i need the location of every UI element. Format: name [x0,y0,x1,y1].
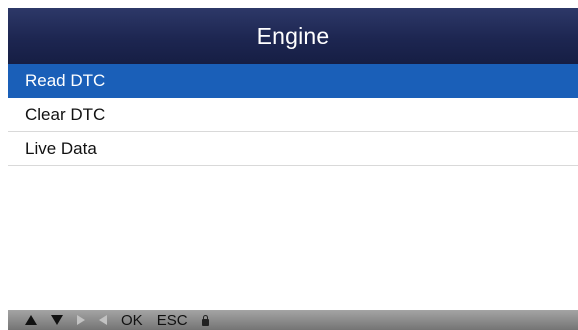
esc-button[interactable]: ESC [157,313,188,328]
button-hint-bar: OK ESC [8,310,578,330]
page-title: Engine [256,22,330,49]
scan-tool-screen: Engine Read DTC Clear DTC Live Data OK E… [0,0,578,330]
left-button[interactable] [99,315,107,325]
up-button[interactable] [25,315,37,325]
right-button[interactable] [77,315,85,325]
down-button[interactable] [51,315,63,325]
right-arrow-icon [77,315,85,325]
lock-icon [201,314,209,326]
menu-item-clear-dtc[interactable]: Clear DTC [8,98,578,132]
ok-button[interactable]: OK [121,313,143,328]
lock-button[interactable] [201,314,209,326]
left-arrow-icon [99,315,107,325]
down-arrow-icon [51,315,63,325]
menu-item-live-data[interactable]: Live Data [8,132,578,166]
title-bar: Engine [8,8,578,64]
menu-list: Read DTC Clear DTC Live Data [8,64,578,166]
up-arrow-icon [25,315,37,325]
menu-item-read-dtc[interactable]: Read DTC [8,64,578,98]
